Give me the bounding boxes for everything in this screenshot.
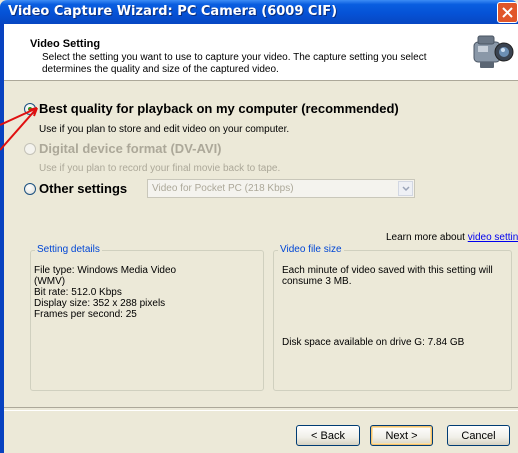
dropdown-arrow-icon xyxy=(402,186,410,192)
close-icon xyxy=(502,7,513,18)
annotation-arrow xyxy=(0,107,38,151)
option-dv-avi-label: Digital device format (DV-AVI) xyxy=(39,141,222,156)
disk-space-available: Disk space available on drive G: 7.84 GB xyxy=(282,337,465,348)
learn-more-text: Learn more about xyxy=(386,232,468,243)
setting-file-type-cont: (WMV) xyxy=(34,276,66,287)
wizard-window: Video Capture Wizard: PC Camera (6009 CI… xyxy=(0,0,518,453)
next-button[interactable]: Next > xyxy=(370,425,433,446)
video-settings-link[interactable]: video settings. xyxy=(468,232,518,243)
video-file-size-group: Video file size Each minute of video sav… xyxy=(273,244,512,391)
setting-details-group: Setting details File type: Windows Media… xyxy=(30,244,264,391)
button-separator xyxy=(4,407,518,411)
other-settings-select-value: Video for Pocket PC (218 Kbps) xyxy=(152,183,294,194)
video-file-size-title: Video file size xyxy=(278,244,344,255)
close-button[interactable] xyxy=(497,2,518,23)
setting-bit-rate: Bit rate: 512.0 Kbps xyxy=(34,287,122,298)
option-best-quality-description: Use if you plan to store and edit video … xyxy=(39,124,290,135)
setting-details-title: Setting details xyxy=(35,244,102,255)
learn-more: Learn more about video settings. xyxy=(386,232,518,243)
option-best-quality-label[interactable]: Best quality for playback on my computer… xyxy=(39,101,399,116)
header-description: Select the setting you want to use to ca… xyxy=(42,52,427,75)
setting-file-type: File type: Windows Media Video xyxy=(34,265,177,276)
option-dv-avi-description: Use if you plan to record your final mov… xyxy=(39,163,281,174)
title-bar[interactable]: Video Capture Wizard: PC Camera (6009 CI… xyxy=(0,0,518,24)
back-button[interactable]: < Back xyxy=(296,425,360,446)
video-file-size-summary: Each minute of video saved with this set… xyxy=(282,265,493,287)
setting-frames-per-second: Frames per second: 25 xyxy=(34,309,137,320)
setting-details-text: File type: Windows Media Video (WMV) Bit… xyxy=(34,265,254,320)
setting-display-size: Display size: 352 x 288 pixels xyxy=(34,298,166,309)
wizard-header: Video Setting Select the setting you wan… xyxy=(4,24,518,81)
other-settings-select: Video for Pocket PC (218 Kbps) xyxy=(147,179,415,198)
cancel-button[interactable]: Cancel xyxy=(447,425,510,446)
other-settings-dropdown-button xyxy=(398,181,413,196)
camcorder-icon xyxy=(473,35,514,68)
